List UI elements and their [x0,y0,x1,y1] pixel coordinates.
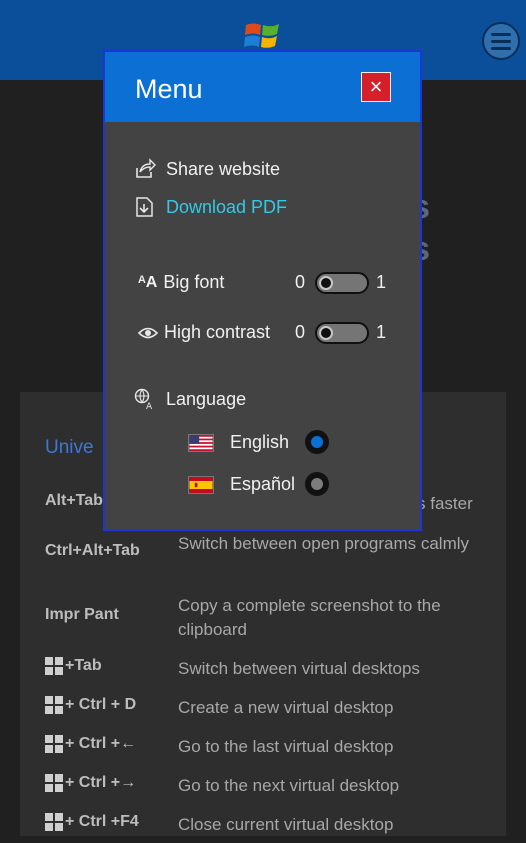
shortcut-desc: Close current virtual desktop [178,815,394,834]
shortcut-key: + Ctrl +F4 [45,813,175,831]
shortcut-row: Impr Pant Copy a complete screenshot to … [45,594,505,644]
shortcut-row: + Ctrl + D Create a new virtual desktop [45,696,505,726]
download-icon [136,197,153,217]
share-icon [136,158,156,178]
shortcut-key-text: + Ctrl + D [65,696,137,713]
shortcut-key: + Ctrl +← [45,735,175,753]
shortcut-desc: Go to the next virtual desktop [178,776,400,795]
high-contrast-toggle[interactable] [315,322,369,344]
language-section: A Language [134,388,246,410]
shortcut-row: Ctrl+Alt+Tab Switch between open program… [45,532,505,582]
hamburger-menu-button[interactable] [482,22,520,60]
menu-title: Menu [135,74,203,104]
panel-title: Unive [45,437,94,458]
svg-text:A: A [146,402,153,410]
hamburger-line [491,39,511,43]
us-flag-icon [188,434,214,452]
windows-key-icon [45,657,63,675]
big-font-on-value: 1 [376,272,387,292]
share-website-label: Share website [166,158,281,179]
close-button[interactable]: × [361,72,391,102]
language-english-label: English [230,432,290,452]
menu-header: Menu × [105,52,420,122]
spain-flag-icon [188,476,214,494]
shortcut-key: + Ctrl + D [45,696,175,714]
language-espanol-label: Español [230,474,296,494]
high-contrast-off-value: 0 [295,322,306,342]
language-option-english[interactable]: English [188,430,348,458]
big-font-label-wrap: ᴬA Big font [138,272,224,293]
shortcut-key-text: + Ctrl +← [65,735,137,752]
big-font-off-value: 0 [295,272,306,292]
high-contrast-label-wrap: High contrast [138,322,270,343]
language-option-espanol[interactable]: Español [188,472,348,500]
english-radio[interactable] [305,430,329,454]
shortcut-row: + Ctrl +→ Go to the next virtual desktop [45,774,505,804]
windows-key-icon [45,735,63,753]
font-size-icon: ᴬA [138,273,158,291]
shortcut-desc: Go to the last virtual desktop [178,737,394,756]
globe-translate-icon: A [134,388,153,410]
high-contrast-row: High contrast 0 1 [138,320,408,348]
shortcut-key: + Ctrl +→ [45,774,175,792]
radio-dot-unselected [311,478,323,490]
windows-logo-icon [244,23,279,48]
menu-dialog: Menu × Share website Download PDF ᴬA Big… [103,50,422,531]
shortcut-desc: Switch between virtual desktops [178,659,420,678]
download-pdf-label: Download PDF [166,196,288,217]
shortcut-key-text: +Tab [65,657,102,674]
espanol-radio[interactable] [305,472,329,496]
shortcut-desc: s faster [417,494,473,513]
shortcut-row: +Tab Switch between virtual desktops [45,657,505,687]
shortcut-desc: Switch between open programs calmly [178,534,470,553]
language-label: Language [166,388,247,409]
big-font-label: Big font [163,272,225,292]
download-pdf-link[interactable]: Download PDF [134,196,287,218]
windows-key-icon [45,813,63,831]
shortcut-key-text: + Ctrl +F4 [65,813,139,830]
hamburger-line [491,46,511,50]
windows-key-icon [45,774,63,792]
high-contrast-on-value: 1 [376,322,387,342]
shortcut-row: + Ctrl +F4 Close current virtual desktop [45,813,505,843]
big-font-row: ᴬA Big font 0 1 [138,270,408,298]
big-font-toggle[interactable] [315,272,369,294]
shortcut-desc: Create a new virtual desktop [178,698,394,717]
shortcut-key-text: + Ctrl +→ [65,774,137,791]
shortcut-key: +Tab [45,657,175,675]
windows-key-icon [45,696,63,714]
shortcut-desc: Copy a complete screenshot to the clipbo… [178,596,441,639]
toggle-knob [319,326,333,340]
radio-dot-selected [311,436,323,448]
shortcut-row: + Ctrl +← Go to the last virtual desktop [45,735,505,765]
shortcut-key: Ctrl+Alt+Tab [45,542,140,559]
hamburger-line [491,32,511,36]
shortcut-key: Impr Pant [45,606,119,623]
share-website-link[interactable]: Share website [134,158,280,180]
eye-icon [138,327,158,338]
high-contrast-label: High contrast [164,322,271,342]
toggle-knob [319,276,333,290]
